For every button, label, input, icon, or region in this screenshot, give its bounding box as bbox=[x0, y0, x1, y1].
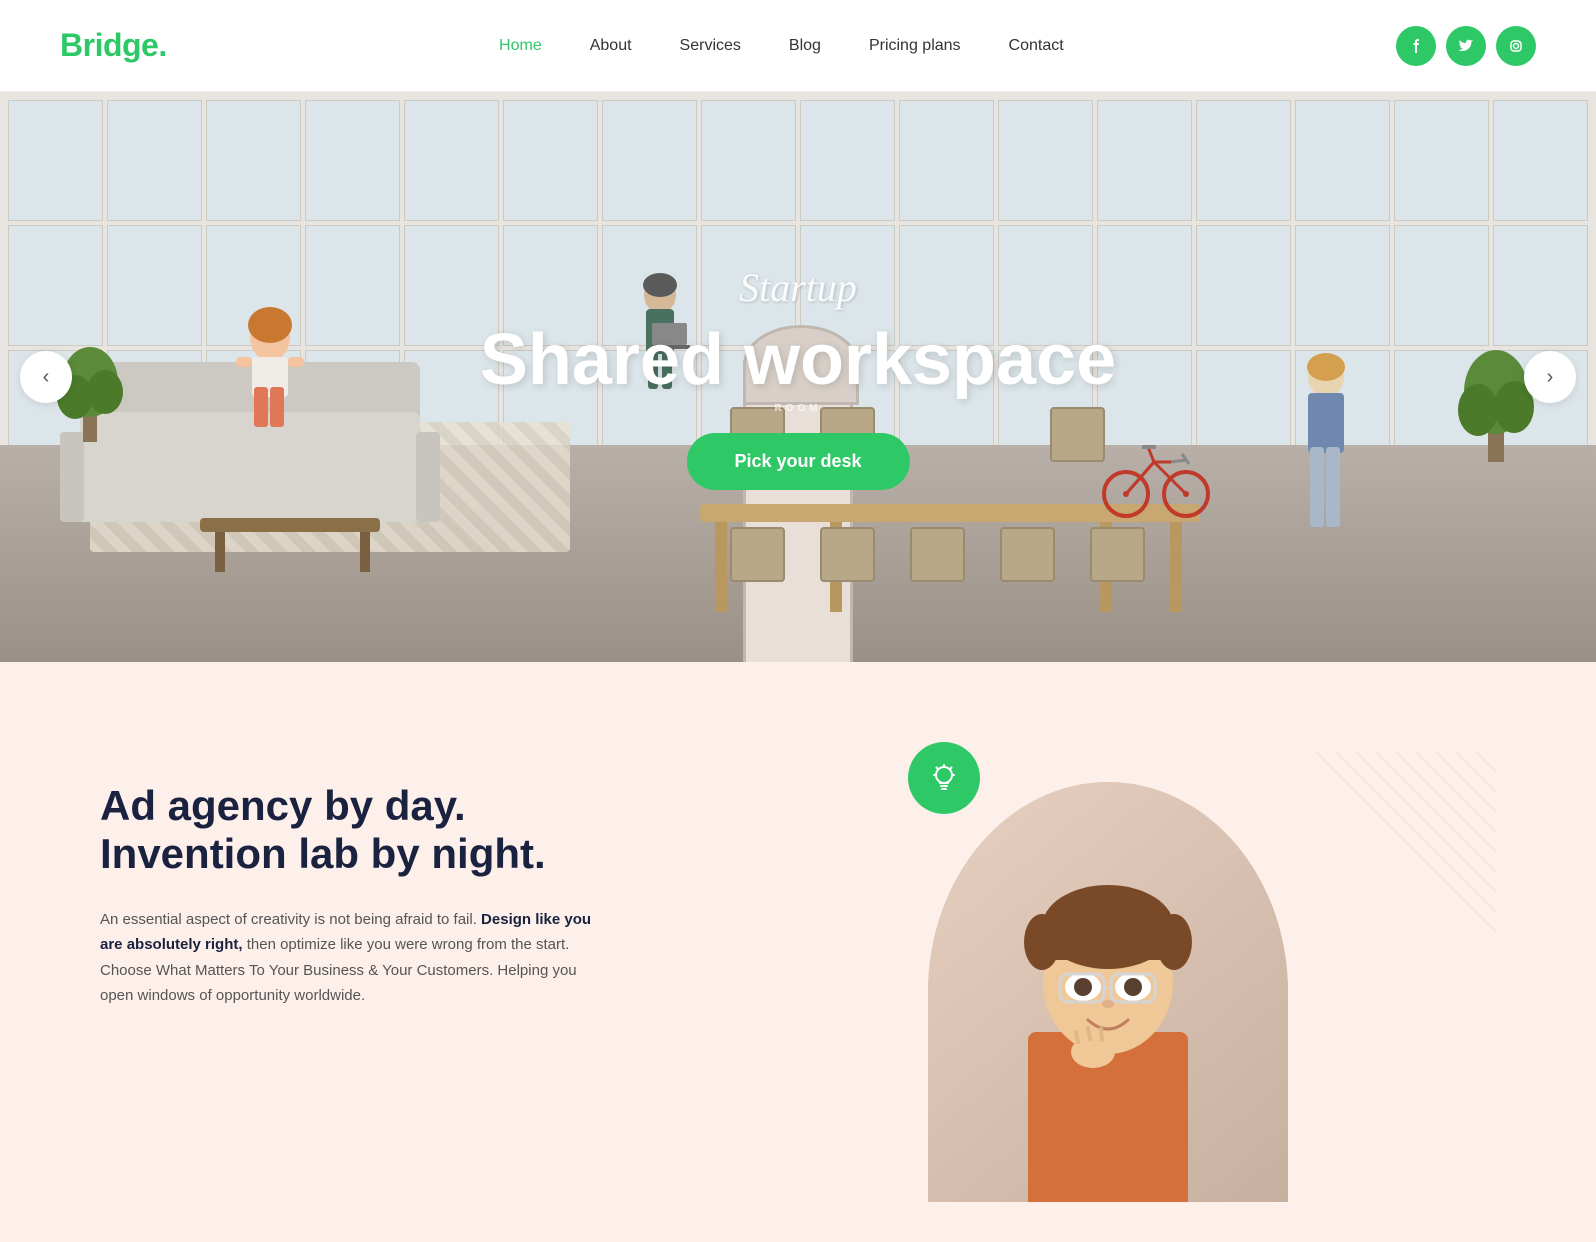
nav-home[interactable]: Home bbox=[499, 37, 542, 55]
portrait-container bbox=[928, 762, 1288, 1202]
twitter-icon[interactable] bbox=[1446, 26, 1486, 66]
coffee-table-leg-left bbox=[215, 532, 225, 572]
agency-heading: Ad agency by day. Invention lab by night… bbox=[100, 782, 600, 879]
nav-blog[interactable]: Blog bbox=[789, 37, 821, 55]
coffee-table bbox=[200, 518, 380, 532]
site-header: Bridge. Home About Services Blog Pricing… bbox=[0, 0, 1596, 92]
social-icons-group bbox=[1396, 26, 1536, 66]
hero-text-overlay: Startup Shared workspace Pick your desk bbox=[480, 264, 1116, 490]
bulb-badge bbox=[908, 742, 980, 814]
sofa-arm-right bbox=[416, 432, 440, 522]
chair-1 bbox=[730, 527, 785, 582]
hero-subtitle: Startup bbox=[480, 264, 1116, 311]
agency-image-block bbox=[720, 742, 1496, 1202]
logo-dot: . bbox=[158, 27, 166, 63]
hero-section: ROOM Startup Shared workspace Pick your … bbox=[0, 92, 1596, 662]
nav-contact[interactable]: Contact bbox=[1009, 37, 1064, 55]
instagram-icon[interactable] bbox=[1496, 26, 1536, 66]
site-logo[interactable]: Bridge. bbox=[60, 27, 167, 64]
hero-title: Shared workspace bbox=[480, 319, 1116, 401]
person-sitting bbox=[220, 287, 320, 442]
nav-services[interactable]: Services bbox=[680, 37, 741, 55]
facebook-icon[interactable] bbox=[1396, 26, 1436, 66]
hero-cta-button[interactable]: Pick your desk bbox=[686, 433, 909, 490]
chair-4 bbox=[1000, 527, 1055, 582]
coffee-table-leg-right bbox=[360, 532, 370, 572]
portrait-image bbox=[928, 782, 1288, 1202]
chair-3 bbox=[910, 527, 965, 582]
carousel-next-button[interactable]: › bbox=[1524, 351, 1576, 403]
agency-text-block: Ad agency by day. Invention lab by night… bbox=[100, 742, 600, 1202]
carousel-prev-button[interactable]: ‹ bbox=[20, 351, 72, 403]
chair-5 bbox=[1090, 527, 1145, 582]
main-nav: Home About Services Blog Pricing plans C… bbox=[499, 37, 1064, 55]
person-standing-right bbox=[1286, 347, 1366, 552]
plant-right bbox=[1456, 322, 1536, 462]
agency-section: Ad agency by day. Invention lab by night… bbox=[0, 662, 1596, 1242]
sofa-arm-left bbox=[60, 432, 84, 522]
nav-about[interactable]: About bbox=[590, 37, 632, 55]
decorative-stripes bbox=[1296, 752, 1496, 957]
chair-2 bbox=[820, 527, 875, 582]
nav-pricing[interactable]: Pricing plans bbox=[869, 37, 961, 55]
logo-text: Bridge bbox=[60, 27, 158, 63]
agency-body: An essential aspect of creativity is not… bbox=[100, 907, 600, 1009]
